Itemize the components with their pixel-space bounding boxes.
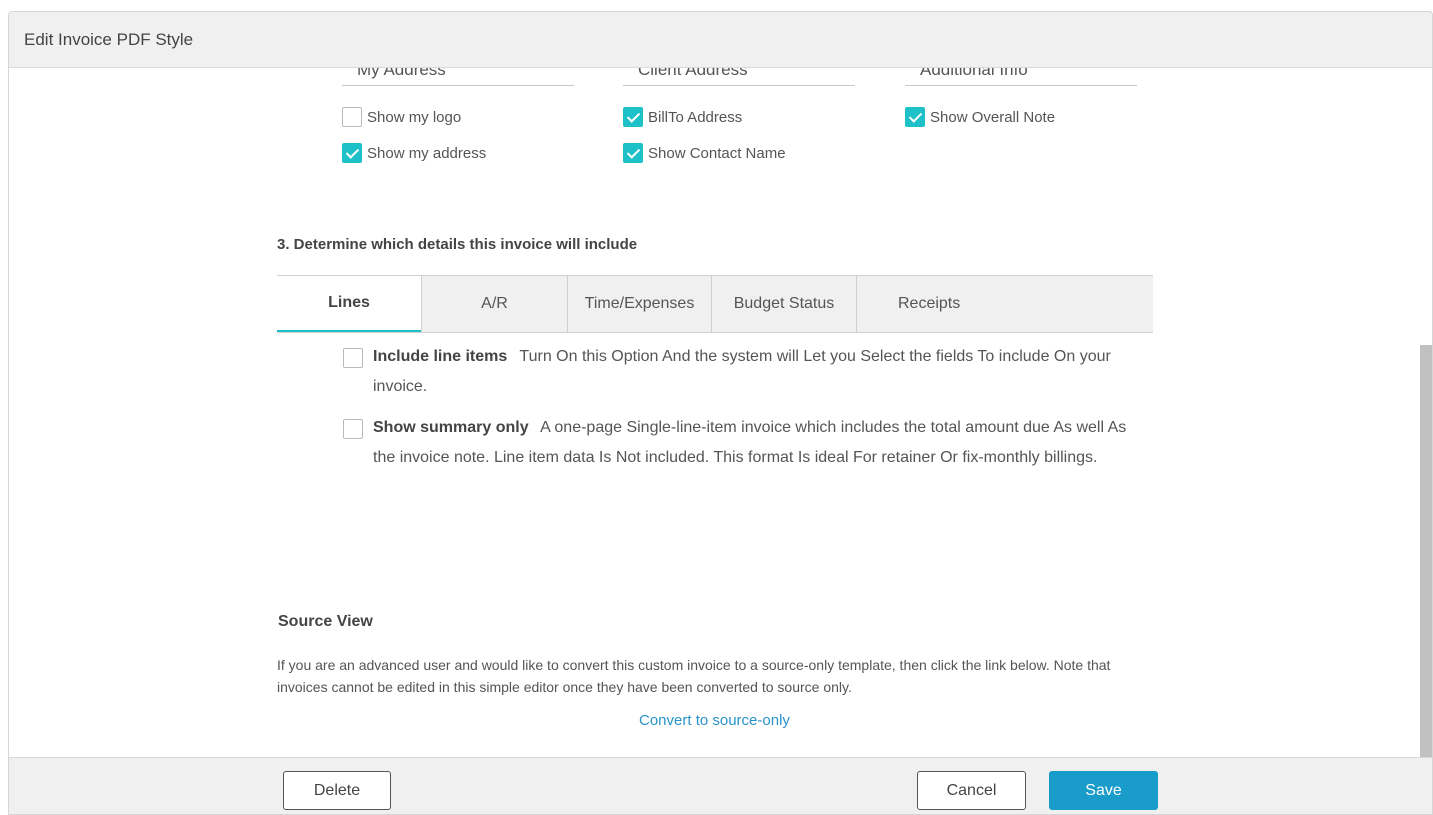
show-summary-only-option[interactable]: Show summary only A one-page Single-line…	[343, 419, 1133, 511]
dialog-title: Edit Invoice PDF Style	[24, 30, 194, 49]
tab-lines[interactable]: Lines	[277, 276, 421, 332]
cancel-button[interactable]: Cancel	[917, 771, 1026, 810]
tab-budget-status[interactable]: Budget Status	[711, 276, 856, 332]
edit-invoice-style-dialog: Edit Invoice PDF Style My Address Show m…	[8, 11, 1433, 815]
billto-address-label: BillTo Address	[648, 108, 743, 126]
show-contact-name-label: Show Contact Name	[648, 144, 786, 162]
show-summary-only-title: Show summary only	[373, 419, 529, 436]
show-my-logo-checkbox[interactable]	[342, 107, 362, 127]
show-my-address-option[interactable]: Show my address	[342, 142, 486, 164]
source-view-title: Source View	[278, 613, 373, 630]
billto-address-option[interactable]: BillTo Address	[623, 106, 742, 128]
show-overall-note-checkbox[interactable]	[905, 107, 925, 127]
show-my-logo-label: Show my logo	[367, 108, 462, 126]
include-line-items-title: Include line items	[373, 348, 508, 365]
include-line-items-text: Include line items Turn On this Option A…	[373, 342, 1133, 402]
tab-ar[interactable]: A/R	[421, 276, 567, 332]
details-tabs: Lines A/R Time/Expenses Budget Status Re…	[277, 275, 1153, 333]
scrollbar-thumb[interactable]	[1420, 345, 1432, 757]
include-line-items-checkbox[interactable]	[343, 348, 363, 368]
scrollbar-track[interactable]	[1420, 68, 1432, 757]
show-summary-only-text: Show summary only A one-page Single-line…	[373, 413, 1133, 473]
additional-info-heading: Additional Info	[905, 68, 1137, 86]
details-section-title: 3. Determine which details this invoice …	[277, 236, 638, 253]
client-address-heading: Client Address	[623, 68, 855, 86]
my-address-heading: My Address	[342, 68, 574, 86]
dialog-header: Edit Invoice PDF Style	[9, 12, 1432, 68]
show-overall-note-option[interactable]: Show Overall Note	[905, 106, 1055, 128]
show-my-logo-option[interactable]: Show my logo	[342, 106, 461, 128]
source-view-description: If you are an advanced user and would li…	[277, 657, 1111, 695]
dialog-footer: Delete Cancel Save	[9, 757, 1432, 814]
show-overall-note-label: Show Overall Note	[930, 108, 1056, 126]
billto-address-checkbox[interactable]	[623, 107, 643, 127]
dialog-body[interactable]: My Address Show my logo Show my address …	[9, 68, 1432, 757]
show-contact-name-checkbox[interactable]	[623, 143, 643, 163]
show-my-address-checkbox[interactable]	[342, 143, 362, 163]
show-my-address-label: Show my address	[367, 144, 487, 162]
tab-receipts[interactable]: Receipts	[856, 276, 1153, 332]
delete-button[interactable]: Delete	[283, 771, 391, 810]
show-contact-name-option[interactable]: Show Contact Name	[623, 142, 786, 164]
save-button[interactable]: Save	[1049, 771, 1158, 810]
convert-to-source-only-link[interactable]: Convert to source-only	[639, 712, 790, 729]
show-summary-only-checkbox[interactable]	[343, 419, 363, 439]
tab-time-expenses[interactable]: Time/Expenses	[567, 276, 711, 332]
include-line-items-option[interactable]: Include line items Turn On this Option A…	[343, 348, 1133, 412]
